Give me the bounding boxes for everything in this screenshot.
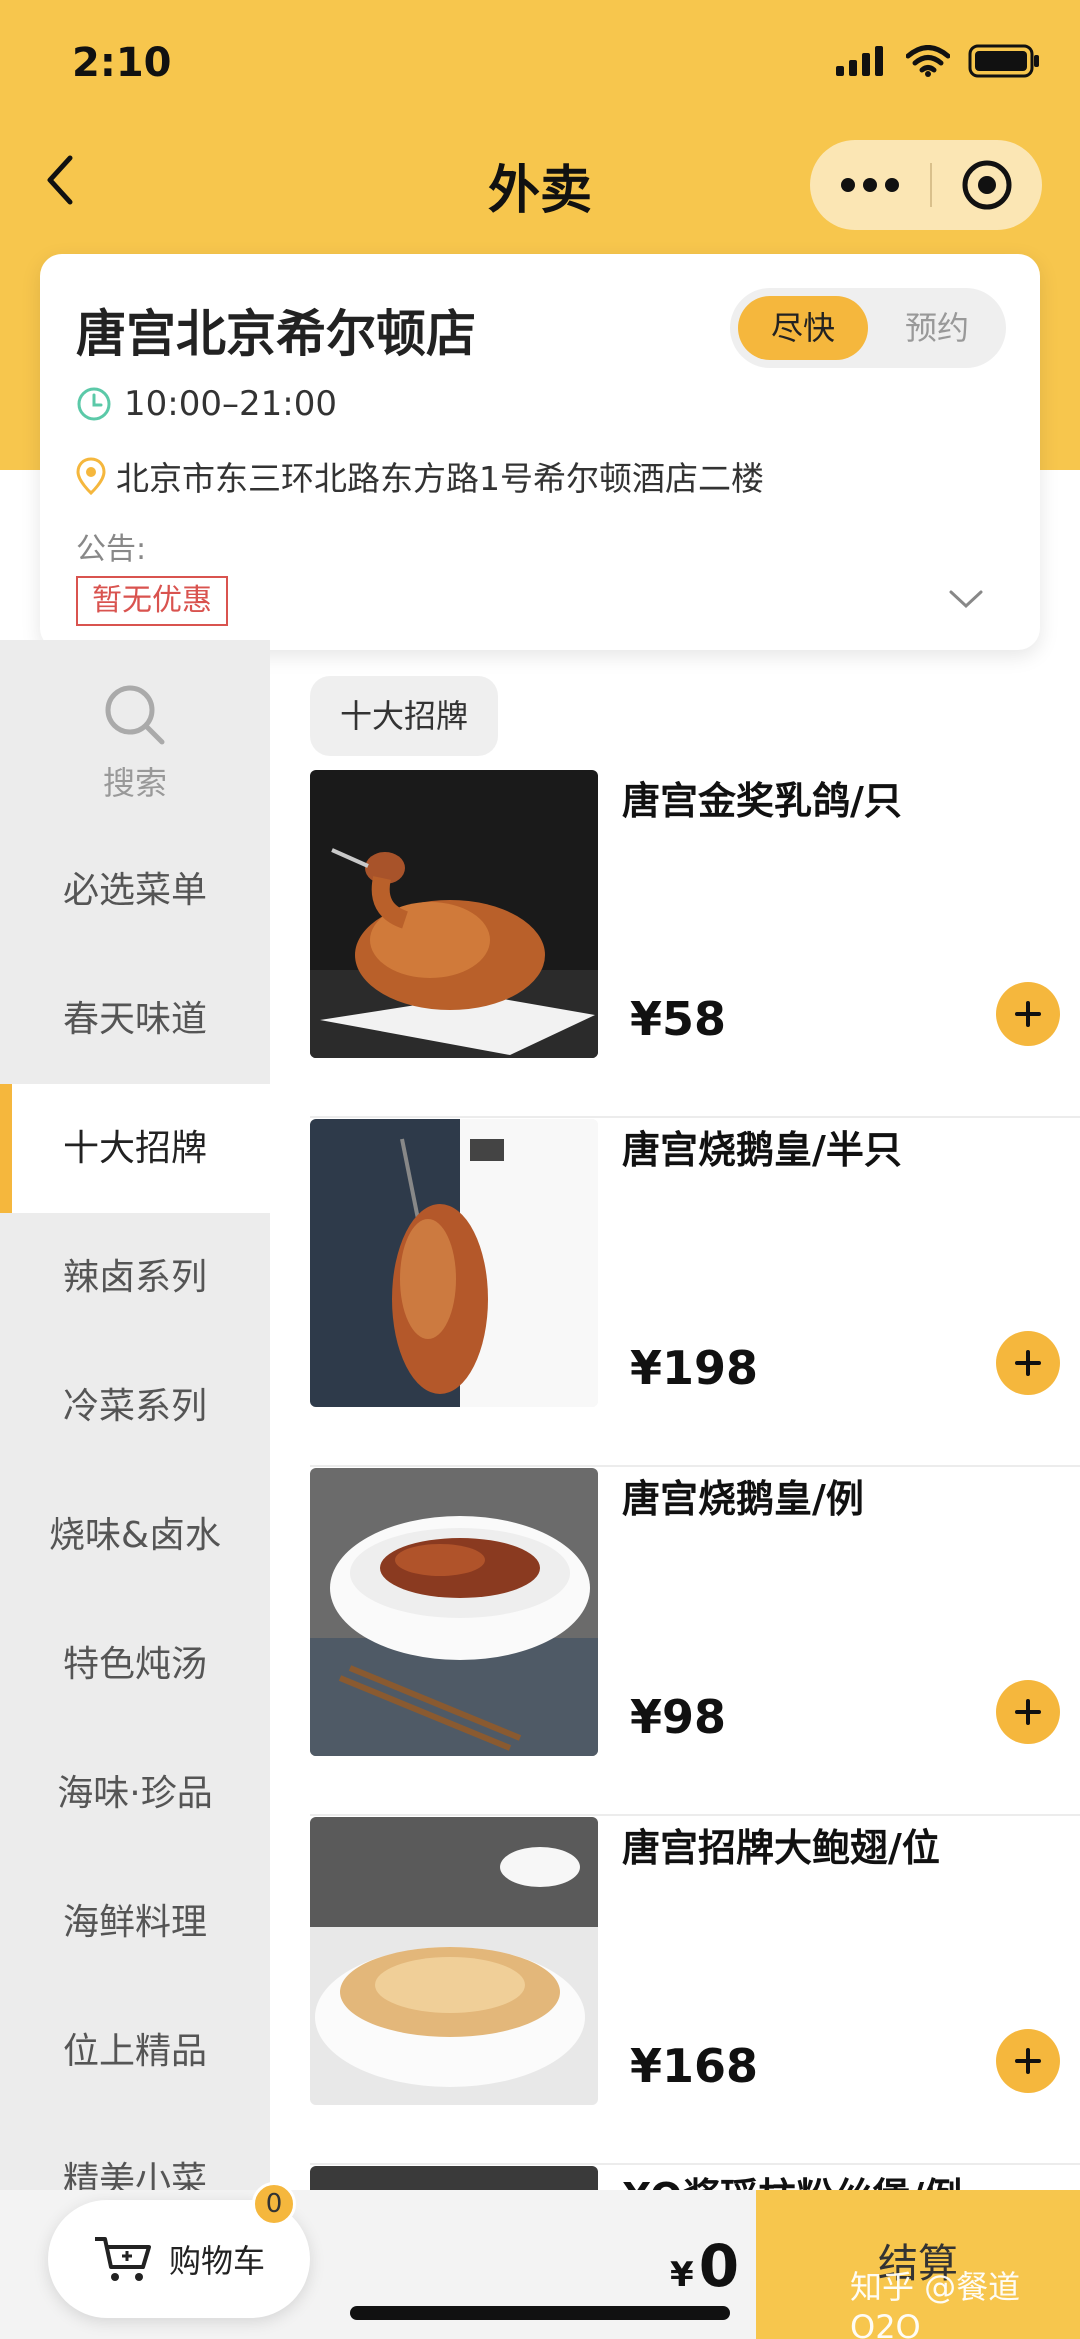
- currency-symbol: ¥: [670, 2255, 694, 2295]
- add-to-cart-button[interactable]: [996, 1331, 1060, 1395]
- target-icon: [962, 160, 1012, 210]
- watermark: 知乎 @餐道O2O: [850, 2268, 1021, 2339]
- product-image: [310, 770, 598, 1058]
- clock-icon: [77, 387, 111, 421]
- sidebar-item[interactable]: 海味·珍品: [0, 1729, 270, 1858]
- notice-label: 公告:: [76, 532, 147, 567]
- product-price: ¥198: [630, 1341, 759, 1395]
- product-name: 唐宫金奖乳鸽/只: [622, 779, 902, 823]
- plus-icon: [1015, 1001, 1041, 1027]
- sidebar-item[interactable]: 位上精品: [0, 1987, 270, 2116]
- store-info-card: 唐宫北京希尔顿店 尽快 预约 10:00–21:00 北京市东三环北路东方路1号…: [40, 254, 1040, 650]
- product-item[interactable]: 唐宫招牌大鲍翅/位 ¥168: [310, 1817, 1080, 2165]
- status-time: 2:10: [72, 40, 172, 86]
- cart-total: ¥ 0: [670, 2232, 739, 2300]
- store-address: 北京市东三环北路东方路1号希尔顿酒店二楼: [76, 452, 764, 500]
- category-sidebar: 搜索 必选菜单 春天味道 十大招牌 辣卤系列 冷菜系列 烧味&卤水 特色炖汤 海…: [0, 640, 270, 2201]
- add-to-cart-button[interactable]: [996, 1680, 1060, 1744]
- promo-badge: 暂无优惠: [76, 576, 228, 626]
- sidebar-item[interactable]: 特色炖汤: [0, 1600, 270, 1729]
- more-dots-icon: [841, 178, 899, 192]
- add-to-cart-button[interactable]: [996, 982, 1060, 1046]
- delivery-mode-toggle: 尽快 预约: [730, 288, 1006, 368]
- sidebar-item[interactable]: 冷菜系列: [0, 1342, 270, 1471]
- wifi-icon: [906, 45, 950, 77]
- add-to-cart-button[interactable]: [996, 2029, 1060, 2093]
- product-price: ¥98: [630, 1690, 727, 1744]
- product-name: 唐宫烧鹅皇/半只: [622, 1128, 902, 1172]
- signal-icon: [836, 46, 883, 76]
- sidebar-item[interactable]: 必选菜单: [0, 826, 270, 955]
- product-item[interactable]: 唐宫金奖乳鸽/只 ¥58: [310, 770, 1080, 1118]
- sidebar-item[interactable]: 海鲜料理: [0, 1858, 270, 1987]
- category-title: 十大招牌: [310, 676, 499, 756]
- product-price: ¥168: [630, 2039, 759, 2093]
- product-image: [310, 1119, 598, 1407]
- address-text: 北京市东三环北路东方路1号希尔顿酒店二楼: [116, 459, 764, 498]
- search-label: 搜索: [102, 764, 167, 802]
- product-image: [310, 1468, 598, 1756]
- battery-icon: [968, 44, 1039, 78]
- mode-asap-button[interactable]: 尽快: [738, 296, 868, 360]
- product-image: [310, 1817, 598, 2105]
- product-item[interactable]: 唐宫烧鹅皇/例 ¥98: [310, 1468, 1080, 1816]
- more-button[interactable]: [810, 140, 930, 230]
- hours-text: 10:00–21:00: [124, 384, 337, 424]
- business-hours: 10:00–21:00: [76, 384, 337, 424]
- search-button[interactable]: 搜索: [0, 680, 270, 804]
- status-icons: [836, 44, 1040, 78]
- home-indicator: [350, 2306, 730, 2320]
- plus-icon: [1015, 1699, 1041, 1725]
- store-name: 唐宫北京希尔顿店: [76, 305, 476, 363]
- sidebar-item[interactable]: 辣卤系列: [0, 1213, 270, 1342]
- chevron-down-icon: [949, 590, 983, 609]
- expand-card-button[interactable]: [948, 588, 984, 614]
- close-miniprogram-button[interactable]: [932, 140, 1042, 230]
- shopping-cart-icon: [94, 2237, 151, 2281]
- sidebar-item[interactable]: 烧味&卤水: [0, 1471, 270, 1600]
- product-price: ¥58: [630, 992, 727, 1046]
- plus-icon: [1015, 2048, 1041, 2074]
- product-item[interactable]: 唐宫烧鹅皇/半只 ¥198: [310, 1119, 1080, 1467]
- cart-count-badge: 0: [252, 2182, 296, 2226]
- location-pin-icon: [76, 457, 106, 495]
- product-name: 唐宫招牌大鲍翅/位: [622, 1826, 940, 1870]
- total-amount: 0: [698, 2232, 740, 2300]
- mode-reserve-button[interactable]: 预约: [876, 296, 998, 360]
- plus-icon: [1015, 1350, 1041, 1376]
- miniprogram-capsule: [810, 140, 1042, 230]
- cart-label: 购物车: [168, 2242, 265, 2280]
- sidebar-item[interactable]: 春天味道: [0, 955, 270, 1084]
- product-name: 唐宫烧鹅皇/例: [622, 1477, 864, 1521]
- sidebar-item-active[interactable]: 十大招牌: [0, 1084, 270, 1213]
- search-icon: [105, 685, 165, 745]
